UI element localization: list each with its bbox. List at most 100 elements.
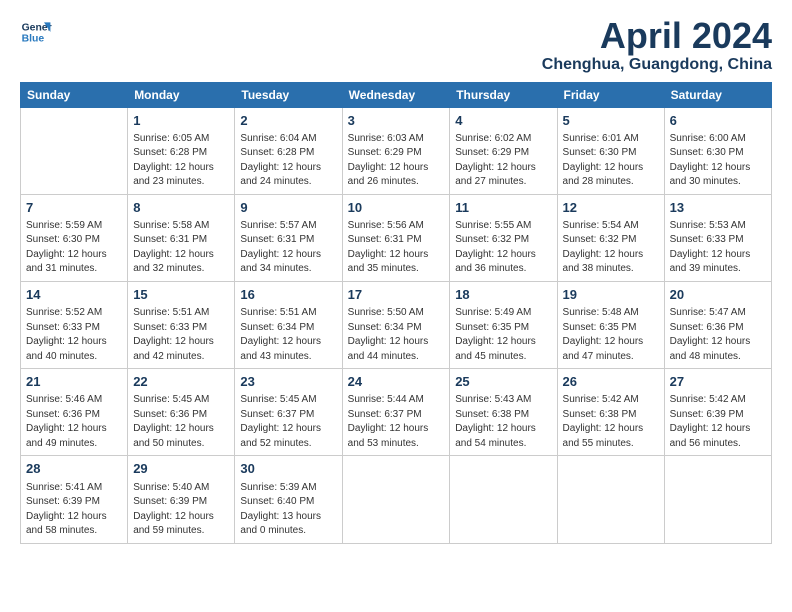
day-cell-5: 5 Sunrise: 6:01 AMSunset: 6:30 PMDaylight…	[557, 107, 664, 194]
day-cell-3: 3Sunrise: 6:03 AMSunset: 6:29 PMDaylight…	[342, 107, 450, 194]
day-number: 7	[26, 199, 122, 217]
day-number: 13	[670, 199, 766, 217]
day-number: 25	[455, 373, 551, 391]
day-info: Sunrise: 5:51 AMSunset: 6:33 PMDaylight:…	[133, 306, 229, 364]
day-number: 28	[26, 460, 122, 478]
location: Chenghua, Guangdong, China	[542, 56, 772, 74]
day-number: 10	[348, 199, 445, 217]
day-number: 26	[563, 373, 659, 391]
day-info: Sunrise: 5:42 AMSunset: 6:39 PMDaylight:…	[670, 393, 766, 451]
day-cell-2: 2Sunrise: 6:04 AMSunset: 6:28 PMDaylight…	[235, 107, 342, 194]
day-cell-25: 25 Sunrise: 5:43 AMSunset: 6:38 PMDayligh…	[450, 369, 557, 456]
svg-text:Blue: Blue	[22, 34, 45, 45]
header-row: SundayMondayTuesdayWednesdayThursdayFrid…	[21, 82, 772, 107]
day-number: 15	[133, 286, 229, 304]
day-cell-6: 6 Sunrise: 6:00 AMSunset: 6:30 PMDaylight…	[664, 107, 771, 194]
day-cell-21: 21Sunrise: 5:46 AMSunset: 6:36 PMDayligh…	[21, 369, 128, 456]
day-cell-9: 9Sunrise: 5:57 AMSunset: 6:31 PMDaylight…	[235, 194, 342, 281]
column-header-sunday: Sunday	[21, 82, 128, 107]
day-number: 22	[133, 373, 229, 391]
day-info: Sunrise: 5:54 AMSunset: 6:32 PMDaylight:…	[563, 219, 659, 277]
day-cell-29: 29Sunrise: 5:40 AMSunset: 6:39 PMDayligh…	[128, 456, 235, 543]
column-header-thursday: Thursday	[450, 82, 557, 107]
empty-cell	[21, 107, 128, 194]
day-number: 23	[240, 373, 336, 391]
day-number: 3	[348, 112, 445, 130]
day-cell-10: 10 Sunrise: 5:56 AMSunset: 6:31 PMDayligh…	[342, 194, 450, 281]
day-info: Sunrise: 5:50 AMSunset: 6:34 PMDaylight:…	[348, 306, 445, 364]
day-cell-17: 17 Sunrise: 5:50 AMSunset: 6:34 PMDayligh…	[342, 281, 450, 368]
day-number: 14	[26, 286, 122, 304]
logo: General Blue	[20, 16, 52, 48]
empty-cell	[342, 456, 450, 543]
day-number: 11	[455, 199, 551, 217]
day-info: Sunrise: 5:45 AMSunset: 6:36 PMDaylight:…	[133, 393, 229, 451]
day-number: 16	[240, 286, 336, 304]
day-cell-7: 7 Sunrise: 5:59 AMSunset: 6:30 PMDaylight…	[21, 194, 128, 281]
column-header-wednesday: Wednesday	[342, 82, 450, 107]
week-row-2: 7 Sunrise: 5:59 AMSunset: 6:30 PMDaylight…	[21, 194, 772, 281]
day-cell-12: 12Sunrise: 5:54 AMSunset: 6:32 PMDayligh…	[557, 194, 664, 281]
day-cell-24: 24 Sunrise: 5:44 AMSunset: 6:37 PMDayligh…	[342, 369, 450, 456]
header: General Blue April 2024 Chenghua, Guangd…	[20, 16, 772, 74]
day-info: Sunrise: 5:43 AMSunset: 6:38 PMDaylight:…	[455, 393, 551, 451]
page-container: General Blue April 2024 Chenghua, Guangd…	[0, 0, 792, 554]
day-cell-8: 8 Sunrise: 5:58 AMSunset: 6:31 PMDaylight…	[128, 194, 235, 281]
day-number: 4	[455, 112, 551, 130]
week-row-1: 1Sunrise: 6:05 AMSunset: 6:28 PMDaylight…	[21, 107, 772, 194]
calendar-table: SundayMondayTuesdayWednesdayThursdayFrid…	[20, 82, 772, 544]
day-number: 6	[670, 112, 766, 130]
day-cell-11: 11 Sunrise: 5:55 AMSunset: 6:32 PMDayligh…	[450, 194, 557, 281]
day-cell-19: 19Sunrise: 5:48 AMSunset: 6:35 PMDayligh…	[557, 281, 664, 368]
day-info: Sunrise: 6:05 AMSunset: 6:28 PMDaylight:…	[133, 132, 229, 190]
day-info: Sunrise: 5:55 AMSunset: 6:32 PMDaylight:…	[455, 219, 551, 277]
day-cell-23: 23Sunrise: 5:45 AMSunset: 6:37 PMDayligh…	[235, 369, 342, 456]
day-cell-22: 22 Sunrise: 5:45 AMSunset: 6:36 PMDayligh…	[128, 369, 235, 456]
day-info: Sunrise: 5:53 AMSunset: 6:33 PMDaylight:…	[670, 219, 766, 277]
day-cell-18: 18 Sunrise: 5:49 AMSunset: 6:35 PMDayligh…	[450, 281, 557, 368]
day-cell-4: 4 Sunrise: 6:02 AMSunset: 6:29 PMDaylight…	[450, 107, 557, 194]
day-info: Sunrise: 5:57 AMSunset: 6:31 PMDaylight:…	[240, 219, 336, 277]
day-cell-30: 30 Sunrise: 5:39 AMSunset: 6:40 PMDayligh…	[235, 456, 342, 543]
day-number: 17	[348, 286, 445, 304]
day-number: 5	[563, 112, 659, 130]
day-number: 18	[455, 286, 551, 304]
day-number: 30	[240, 460, 336, 478]
day-info: Sunrise: 6:00 AMSunset: 6:30 PMDaylight:…	[670, 132, 766, 190]
column-header-tuesday: Tuesday	[235, 82, 342, 107]
day-cell-28: 28Sunrise: 5:41 AMSunset: 6:39 PMDayligh…	[21, 456, 128, 543]
day-cell-16: 16 Sunrise: 5:51 AMSunset: 6:34 PMDayligh…	[235, 281, 342, 368]
empty-cell	[557, 456, 664, 543]
day-info: Sunrise: 5:47 AMSunset: 6:36 PMDaylight:…	[670, 306, 766, 364]
day-cell-15: 15 Sunrise: 5:51 AMSunset: 6:33 PMDayligh…	[128, 281, 235, 368]
day-cell-13: 13 Sunrise: 5:53 AMSunset: 6:33 PMDayligh…	[664, 194, 771, 281]
day-info: Sunrise: 5:52 AMSunset: 6:33 PMDaylight:…	[26, 306, 122, 364]
day-cell-20: 20Sunrise: 5:47 AMSunset: 6:36 PMDayligh…	[664, 281, 771, 368]
column-header-monday: Monday	[128, 82, 235, 107]
day-info: Sunrise: 5:39 AMSunset: 6:40 PMDaylight:…	[240, 481, 336, 539]
day-info: Sunrise: 6:01 AMSunset: 6:30 PMDaylight:…	[563, 132, 659, 190]
day-number: 19	[563, 286, 659, 304]
day-info: Sunrise: 5:59 AMSunset: 6:30 PMDaylight:…	[26, 219, 122, 277]
week-row-4: 21Sunrise: 5:46 AMSunset: 6:36 PMDayligh…	[21, 369, 772, 456]
day-info: Sunrise: 5:40 AMSunset: 6:39 PMDaylight:…	[133, 481, 229, 539]
day-cell-14: 14 Sunrise: 5:52 AMSunset: 6:33 PMDayligh…	[21, 281, 128, 368]
day-number: 8	[133, 199, 229, 217]
day-info: Sunrise: 5:42 AMSunset: 6:38 PMDaylight:…	[563, 393, 659, 451]
day-info: Sunrise: 5:49 AMSunset: 6:35 PMDaylight:…	[455, 306, 551, 364]
logo-icon: General Blue	[20, 16, 52, 48]
title-block: April 2024 Chenghua, Guangdong, China	[542, 16, 772, 74]
day-info: Sunrise: 5:51 AMSunset: 6:34 PMDaylight:…	[240, 306, 336, 364]
week-row-3: 14 Sunrise: 5:52 AMSunset: 6:33 PMDayligh…	[21, 281, 772, 368]
empty-cell	[664, 456, 771, 543]
day-info: Sunrise: 6:02 AMSunset: 6:29 PMDaylight:…	[455, 132, 551, 190]
day-cell-27: 27 Sunrise: 5:42 AMSunset: 6:39 PMDayligh…	[664, 369, 771, 456]
day-info: Sunrise: 5:56 AMSunset: 6:31 PMDaylight:…	[348, 219, 445, 277]
day-info: Sunrise: 5:46 AMSunset: 6:36 PMDaylight:…	[26, 393, 122, 451]
column-header-saturday: Saturday	[664, 82, 771, 107]
empty-cell	[450, 456, 557, 543]
day-number: 27	[670, 373, 766, 391]
day-info: Sunrise: 5:44 AMSunset: 6:37 PMDaylight:…	[348, 393, 445, 451]
day-number: 24	[348, 373, 445, 391]
day-info: Sunrise: 5:58 AMSunset: 6:31 PMDaylight:…	[133, 219, 229, 277]
